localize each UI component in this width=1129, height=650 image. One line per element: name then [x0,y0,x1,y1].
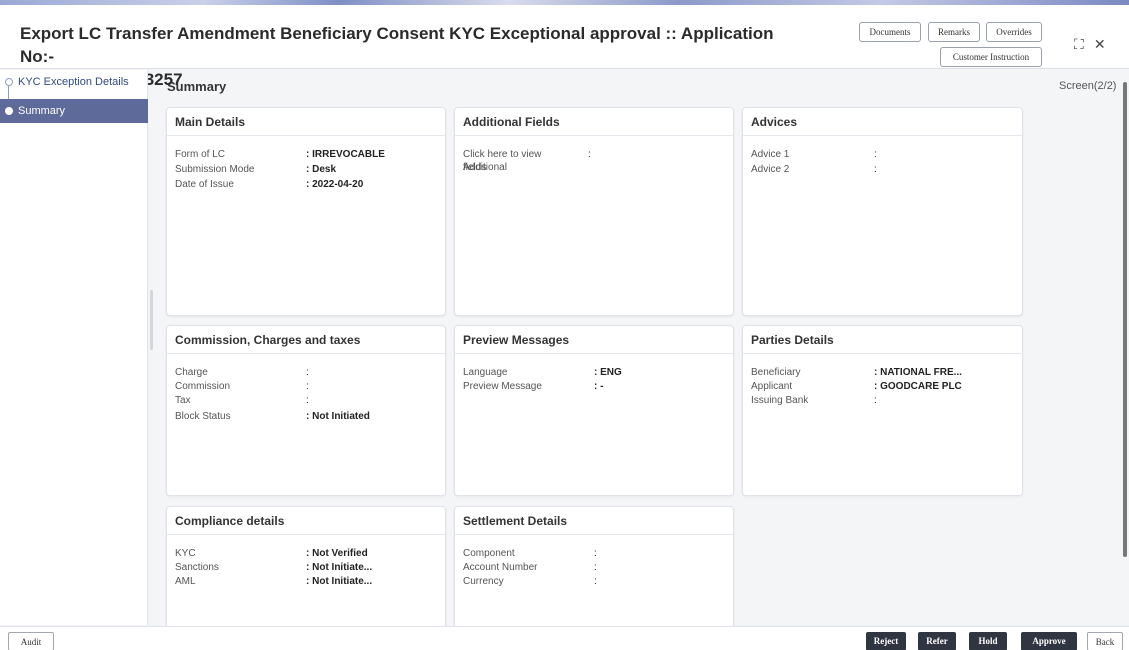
detail-value: : GOODCARE PLC [874,381,962,392]
detail-label: Applicant [751,381,793,392]
detail-value: : ENG [594,367,622,378]
title-line-1: Export LC Transfer Amendment Beneficiary… [20,24,774,66]
reject-button[interactable]: Reject [866,632,906,650]
footer-toolbar: Audit Reject Refer Hold Approve Back [0,626,1129,650]
card-title: Preview Messages [455,326,733,354]
detail-value: : [594,576,597,587]
card-title: Main Details [167,108,445,136]
refer-button[interactable]: Refer [918,632,956,650]
detail-label: Date of Issue [175,179,234,190]
detail-label: KYC [175,548,196,559]
detail-value: : NATIONAL FRE... [874,367,962,378]
detail-value: : [874,149,877,160]
detail-label: Component [463,548,515,559]
detail-label: Issuing Bank [751,395,809,406]
preview-messages-card[interactable]: Preview Messages Language : ENG Preview M… [454,325,734,496]
detail-label: Tax [175,395,191,406]
completed-step-icon [5,78,13,86]
sidebar-item-kyc-exception-details[interactable]: KYC Exception Details [0,70,148,94]
close-icon[interactable]: ✕ [1094,36,1106,52]
detail-label: Charge [175,367,208,378]
card-title: Additional Fields [455,108,733,136]
detail-value: : [306,395,309,406]
detail-label: Block Status [175,411,231,422]
settlement-details-card[interactable]: Settlement Details Component: Account Nu… [454,506,734,630]
detail-label: Language [463,367,508,378]
detail-value: : [874,164,877,175]
detail-value: : [874,395,877,406]
card-title: Commission, Charges and taxes [167,326,445,354]
header: Export LC Transfer Amendment Beneficiary… [0,5,1129,89]
detail-label: Preview Message [463,381,542,392]
section-title: Summary [167,79,227,94]
commission-charges-card[interactable]: Commission, Charges and taxes Charge: Co… [166,325,446,496]
customer-instruction-button[interactable]: Customer Instruction [940,47,1042,67]
detail-label: Form of LC [175,149,226,160]
window-controls: ⛶ ✕ [1074,36,1116,53]
back-button[interactable]: Back [1087,632,1123,650]
hold-button[interactable]: Hold [969,632,1007,650]
detail-label: Beneficiary [751,367,801,378]
resize-handle[interactable] [150,290,153,350]
step-connector [8,85,9,100]
detail-value: : Not Initiated [306,411,370,422]
additional-fields-card[interactable]: Additional Fields Click here to view Add… [454,107,734,316]
detail-value: : Desk [306,164,337,175]
parties-details-card[interactable]: Parties Details Beneficiary : NATIONAL FR… [742,325,1023,496]
detail-value: : [306,367,309,378]
detail-label: Submission Mode [175,164,255,175]
audit-button[interactable]: Audit [8,632,54,650]
card-title: Compliance details [167,507,445,535]
detail-value: : [306,381,309,392]
sidebar: KYC Exception Details Summary [0,70,148,625]
remarks-button[interactable]: Remarks [928,22,980,42]
detail-label: Sanctions [175,562,219,573]
detail-label: Advice 2 [751,164,790,175]
approve-button[interactable]: Approve [1021,632,1077,650]
compliance-details-card[interactable]: Compliance details KYC : Not Verified San… [166,506,446,630]
detail-value: : [588,149,591,160]
sidebar-item-label: Summary [18,105,66,117]
card-title: Advices [743,108,1022,136]
overrides-button[interactable]: Overrides [986,22,1042,42]
card-title: Parties Details [743,326,1022,354]
detail-label: AML [175,576,196,587]
detail-label: fields [463,162,487,173]
sidebar-item-summary[interactable]: Summary [0,99,148,123]
detail-value: : Not Verified [306,548,368,559]
advices-card[interactable]: Advices Advice 1: Advice 2: [742,107,1023,316]
detail-label: Currency [463,576,504,587]
detail-label: Account Number [463,562,538,573]
current-step-icon [5,107,13,115]
sidebar-item-label: KYC Exception Details [18,76,129,88]
vertical-scrollbar[interactable] [1123,82,1127,557]
card-title: Settlement Details [455,507,733,535]
documents-button[interactable]: Documents [859,22,921,42]
expand-icon[interactable]: ⛶ [1074,36,1084,52]
screen-indicator: Screen(2/2) [1059,80,1117,92]
detail-value: : [594,562,597,573]
detail-label: Commission [175,381,231,392]
detail-value: : [594,548,597,559]
detail-label: Advice 1 [751,149,790,160]
detail-value: : - [594,381,604,392]
detail-value: : Not Initiate... [306,576,373,587]
detail-value: : Not Initiate... [306,562,373,573]
detail-value: : IRREVOCABLE [306,149,385,160]
main-details-card[interactable]: Main Details Form of LC : IRREVOCABLE Sub… [166,107,446,316]
detail-value: : 2022-04-20 [306,179,364,190]
